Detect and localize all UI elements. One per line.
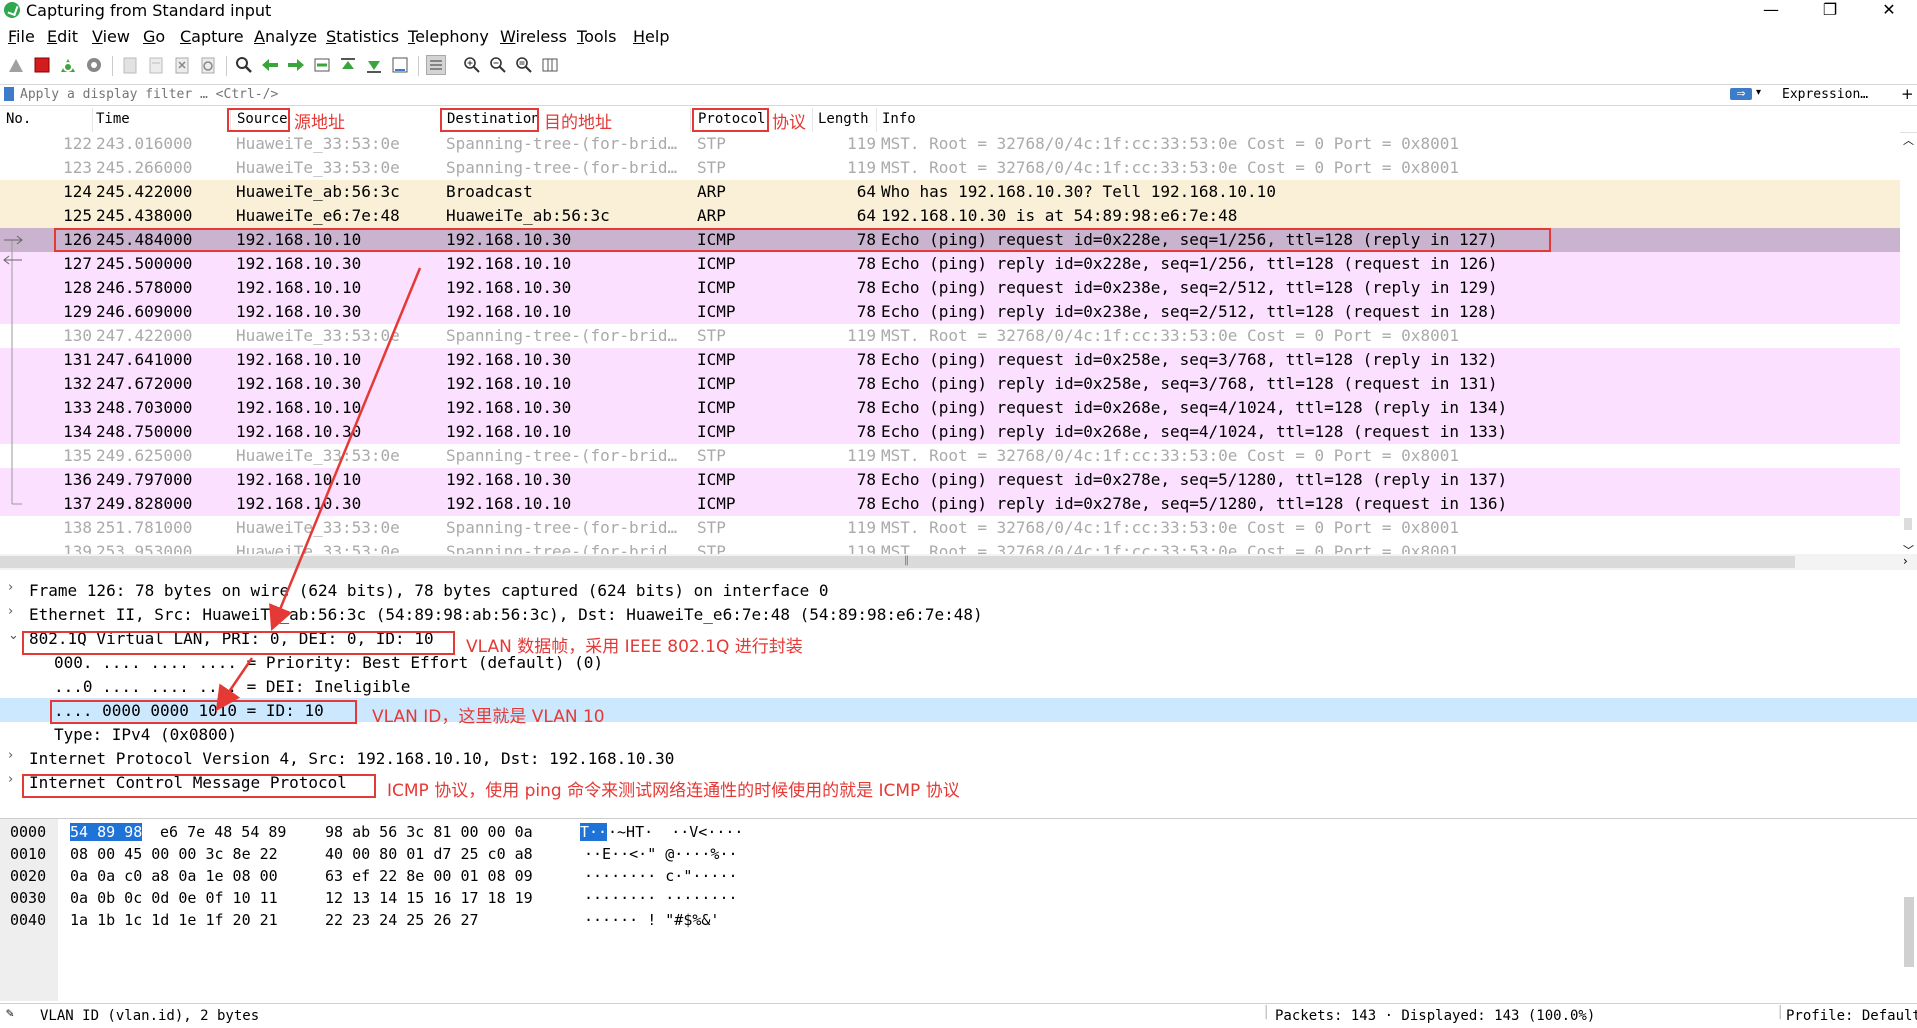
bytes-hex-group-2: 12 13 14 15 16 17 18 19 xyxy=(325,889,533,907)
bytes-hex-group-1: 0a 0b 0c 0d 0e 0f 10 11 xyxy=(70,889,278,907)
bytes-hex-group-2: 63 ef 22 8e 00 01 08 09 xyxy=(325,867,533,885)
bytes-hex-group-1: e6 7e 48 54 89 xyxy=(151,823,287,841)
bytes-ascii: ········ c·"····· xyxy=(584,867,738,885)
arrow-to-vlan xyxy=(269,267,422,631)
bytes-hex-group-1: 08 00 45 00 00 3c 8e 22 xyxy=(70,845,278,863)
expert-info-icon[interactable]: ✎ xyxy=(6,1006,14,1021)
bytes-offset: 0030 xyxy=(10,889,47,907)
status-divider-2: | xyxy=(1776,1004,1785,1020)
status-profile[interactable]: Profile: Default xyxy=(1786,1008,1917,1024)
bytes-hex-group-2: 98 ab 56 3c 81 00 00 0a xyxy=(325,823,533,841)
status-packets: Packets: 143 · Displayed: 143 (100.0%) xyxy=(1275,1008,1596,1024)
bytes-ascii: ·~HT· ··V<···· xyxy=(608,823,744,841)
bytes-hex-selected: 54 89 98 xyxy=(70,823,143,841)
bytes-ascii-selected: T·· xyxy=(580,823,608,841)
bytes-ascii: ········ ········ xyxy=(584,889,738,907)
bytes-hex-group-1: 0a 0a c0 a8 0a 1e 08 00 xyxy=(70,867,278,885)
bytes-offset: 0010 xyxy=(10,845,47,863)
bytes-offset: 0000 xyxy=(10,823,47,841)
bytes-hex-group-2: 40 00 80 01 d7 25 c0 a8 xyxy=(325,845,533,863)
bytes-ascii: ······ ! "#$%&' xyxy=(584,911,720,929)
packet-bytes: 0000 54 89 98 e6 7e 48 54 89 98 ab 56 3c 8… xyxy=(0,818,1917,1001)
status-field-info: VLAN ID (vlan.id), 2 bytes xyxy=(40,1008,260,1024)
status-divider-1: | xyxy=(1262,1004,1271,1020)
bytes-hex-group-1: 1a 1b 1c 1d 1e 1f 20 21 xyxy=(70,911,278,929)
bytes-ascii: ··E··<·" @····%·· xyxy=(584,845,738,863)
bytes-hex-group-2: 22 23 24 25 26 27 xyxy=(325,911,479,929)
status-bar: ✎ VLAN ID (vlan.id), 2 bytes | Packets: … xyxy=(0,1003,1917,1028)
bytes-scrollbar[interactable] xyxy=(1904,897,1914,967)
arrow-to-vlan-id xyxy=(215,657,254,712)
bytes-offset: 0040 xyxy=(10,911,47,929)
bytes-offset: 0020 xyxy=(10,867,47,885)
